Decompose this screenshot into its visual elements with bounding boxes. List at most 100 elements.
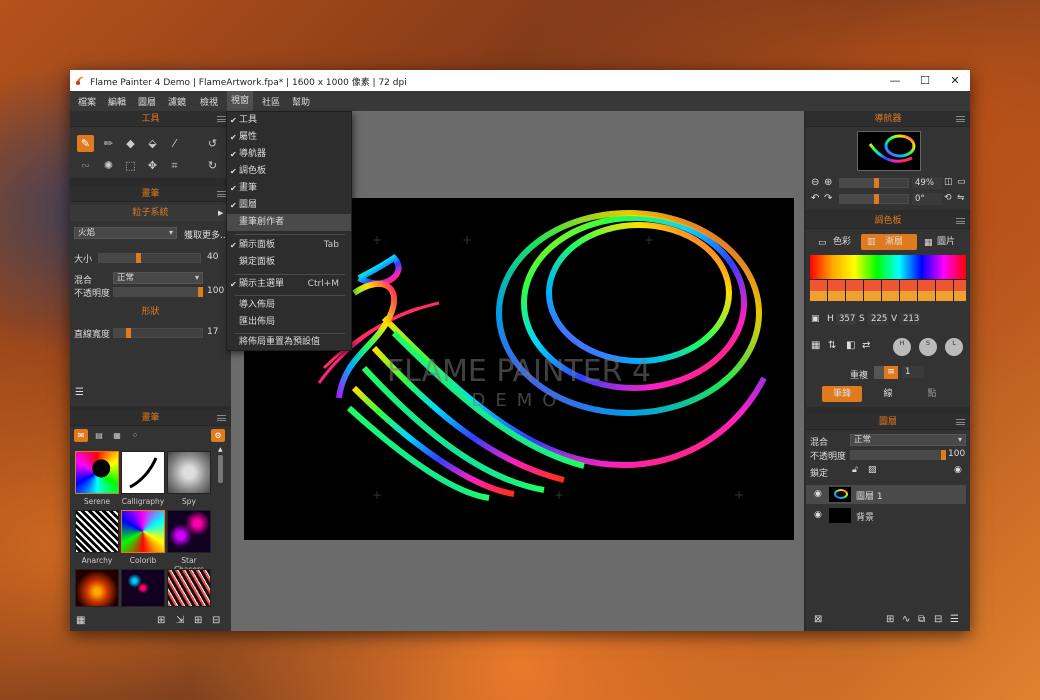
rotate-left-icon[interactable]: ↶ [811, 193, 819, 204]
duplicate-layer-icon[interactable]: ⧉ [918, 614, 925, 625]
flip-icon[interactable]: ⇋ [957, 193, 965, 203]
tab-color[interactable]: 色彩 [828, 234, 856, 250]
zoom-out-icon[interactable]: ⊖ [811, 177, 819, 188]
menu-file[interactable]: 檔案 [78, 95, 96, 108]
brush-thumb-colorib[interactable] [121, 510, 165, 553]
brush-thumb-spy[interactable] [167, 451, 211, 494]
grid-palette-icon[interactable]: ▦ [811, 340, 820, 351]
menu-edit[interactable]: 編輯 [108, 95, 126, 108]
opacity-slider[interactable] [113, 287, 203, 297]
chevron-right-icon[interactable]: ▶ [218, 209, 223, 217]
grid-icon[interactable]: ▦ [76, 615, 85, 626]
layer-blend-dropdown[interactable]: 正常 [850, 434, 966, 446]
pattern-view-icon[interactable]: ⁘ [128, 429, 142, 442]
hsl-l-button[interactable]: L [945, 338, 963, 356]
hsl-h-button[interactable]: H [893, 338, 911, 356]
brush-thumb-fire[interactable] [75, 569, 119, 607]
eraser-tool-icon[interactable]: ◆ [122, 135, 139, 152]
menu-item-lock-panels[interactable]: 鎖定面板 [227, 254, 351, 271]
mode-tab-dot[interactable]: 點 [918, 386, 946, 402]
gradient-strip[interactable] [810, 255, 966, 279]
list-view-icon[interactable]: ▤ [92, 429, 106, 442]
brush-thumb-serene[interactable] [75, 451, 119, 494]
actual-size-icon[interactable]: ▭ [957, 177, 966, 187]
undo-icon[interactable]: ↺ [204, 135, 221, 152]
lock-transparency-icon[interactable]: ▨ [868, 465, 877, 475]
grid-view-icon[interactable]: ▦ [110, 429, 124, 442]
menu-item-import-layout[interactable]: 導入佈局 [227, 297, 351, 314]
zoom-slider[interactable] [839, 178, 909, 188]
scrollbar-thumb[interactable] [218, 455, 223, 483]
menu-community[interactable]: 社區 [262, 95, 280, 108]
mail-icon[interactable]: ✉ [74, 429, 88, 442]
new-folder-icon[interactable]: ⊞ [157, 615, 165, 626]
menu-item-export-layout[interactable]: 匯出佈局 [227, 314, 351, 331]
eyedropper-tool-icon[interactable]: ⁄ [166, 135, 183, 152]
panel-grip-icon[interactable] [956, 419, 965, 425]
brush-tool-icon[interactable]: ✎ [77, 135, 94, 152]
menu-item-brush-creator[interactable]: 畫筆創作者 [227, 214, 351, 231]
menu-layer[interactable]: 圖層 [138, 95, 156, 108]
delete-brush-icon[interactable]: ⊟ [212, 615, 220, 626]
scroll-up-icon[interactable]: ▲ [218, 446, 223, 453]
layer-row-1[interactable]: ◉ 圖層 1 [806, 485, 966, 504]
mode-tab-line[interactable]: 線 [874, 386, 902, 402]
repeat-mode-1[interactable] [874, 366, 884, 379]
layer-menu-icon[interactable]: ☰ [950, 614, 959, 625]
s-value[interactable]: 225 [868, 313, 888, 325]
menu-help[interactable]: 幫助 [292, 95, 310, 108]
brush-thumb-calligraphy[interactable] [121, 451, 165, 494]
tab-gradient[interactable]: ▥ 漸層 [861, 234, 917, 250]
selection-tool-icon[interactable]: ⬚ [122, 157, 139, 174]
rotation-slider[interactable] [839, 194, 909, 204]
pencil-tool-icon[interactable]: ✏ [100, 135, 117, 152]
repeat-value[interactable]: 1 [902, 366, 924, 378]
minimize-button[interactable]: — [880, 70, 910, 91]
menu-item-navigator[interactable]: ✔ 導航器 [227, 146, 351, 163]
zoom-value[interactable]: 49% [912, 177, 942, 189]
redo-icon[interactable]: ↻ [204, 157, 221, 174]
color-picker-icon[interactable]: ▣ [811, 314, 820, 324]
menu-view[interactable]: 檢視 [200, 95, 218, 108]
h-value[interactable]: 357 [836, 313, 856, 325]
menu-item-properties[interactable]: ✔ 屬性 [227, 129, 351, 146]
reset-rotation-icon[interactable]: ⟲ [944, 193, 952, 203]
symmetry-tool-icon[interactable]: ✺ [100, 157, 117, 174]
navigator-preview[interactable] [857, 131, 921, 171]
panel-grip-icon[interactable] [217, 191, 226, 197]
fit-screen-icon[interactable]: ◫ [944, 177, 953, 187]
panel-grip-icon[interactable] [217, 116, 226, 122]
brush-thumb-star-chasers[interactable] [167, 510, 211, 553]
menu-window[interactable]: 視窗 [227, 91, 254, 111]
layer-opacity-value[interactable]: 100 [948, 449, 965, 459]
gradient-swatches[interactable] [810, 279, 966, 291]
merge-layer-icon[interactable]: ⊟ [934, 614, 942, 625]
menu-item-reset-layout[interactable]: 將佈局重置為預設值 [227, 334, 351, 351]
menu-item-show-panels[interactable]: ✔ 顯示面板 Tab [227, 237, 351, 254]
menu-item-layers[interactable]: ✔ 圖層 [227, 197, 351, 214]
size-value[interactable]: 40 [207, 252, 218, 262]
particle-system-label[interactable]: 粒子系統 [70, 205, 231, 221]
brush-name-dropdown[interactable]: 火焰 [74, 227, 177, 239]
brush-thumb-sparkle[interactable] [121, 569, 165, 607]
menu-item-tools[interactable]: ✔ 工具 [227, 112, 351, 129]
menu-filter[interactable]: 濾鏡 [168, 95, 186, 108]
brush-thumb-lines[interactable] [167, 569, 211, 607]
menu-item-palette[interactable]: ✔ 調色板 [227, 163, 351, 180]
layer-opacity-slider[interactable] [850, 450, 946, 460]
adjust-icon[interactable]: ⇅ [828, 340, 836, 351]
brush-thumb-anarchy[interactable] [75, 510, 119, 553]
layer-name[interactable]: 圖層 1 [856, 489, 883, 502]
line-width-value[interactable]: 17 [207, 327, 218, 337]
panel-grip-icon[interactable] [956, 116, 965, 122]
maximize-button[interactable]: ☐ [910, 70, 940, 91]
visibility-toggle-icon[interactable]: ◉ [954, 465, 962, 475]
layer-effects-icon[interactable]: ∿ [902, 614, 910, 625]
transform-tool-icon[interactable]: ✥ [144, 157, 161, 174]
v-value[interactable]: 213 [900, 313, 920, 325]
settings-sliders-icon[interactable]: ☰ [75, 387, 84, 398]
zoom-in-icon[interactable]: ⊕ [824, 177, 832, 188]
blend-mode-dropdown[interactable]: 正常 [113, 272, 203, 284]
menu-item-show-main-menu[interactable]: ✔ 顯示主選單 Ctrl+M [227, 276, 351, 293]
gradient-swatches-row2[interactable] [810, 291, 966, 301]
